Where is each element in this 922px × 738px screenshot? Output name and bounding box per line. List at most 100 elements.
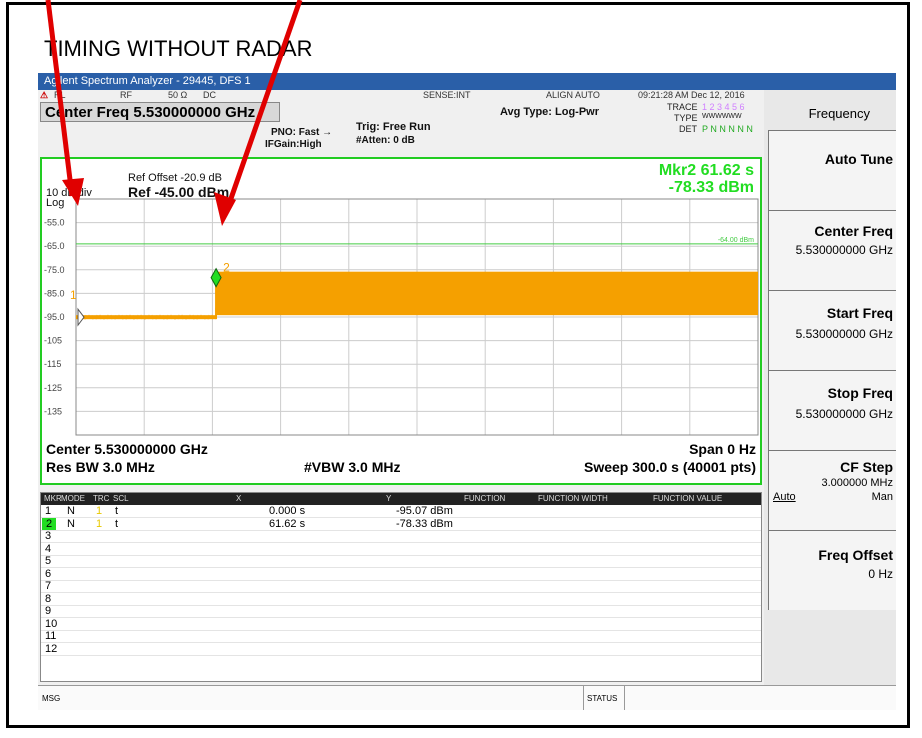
display-line-label: -64.00 dBm bbox=[718, 237, 754, 244]
y-tick-label: -105 bbox=[44, 336, 62, 346]
type-value: WWWWWW bbox=[702, 113, 742, 120]
marker-number: 7 bbox=[45, 580, 52, 592]
vbw-label: #VBW 3.0 MHz bbox=[304, 459, 401, 475]
col-function-value: FUNCTION VALUE bbox=[653, 494, 723, 503]
marker-1 bbox=[77, 307, 85, 327]
center-label: Center 5.530000000 GHz bbox=[46, 441, 208, 457]
align-label: ALIGN AUTO bbox=[546, 90, 600, 100]
marker-number: 2 bbox=[42, 517, 57, 530]
marker-number: 4 bbox=[45, 542, 52, 555]
marker-number: 8 bbox=[45, 592, 52, 605]
y-tick-label: -85.0 bbox=[44, 288, 65, 298]
col-mode: MODE bbox=[61, 494, 85, 503]
table-row[interactable]: 3 bbox=[41, 530, 761, 543]
marker-1-label: 1 bbox=[70, 288, 77, 302]
det-value: P N N N N N bbox=[702, 124, 753, 134]
status-label: STATUS bbox=[587, 694, 618, 703]
table-row[interactable]: 5 bbox=[41, 555, 761, 568]
y-tick-label: -55.0 bbox=[44, 218, 65, 228]
table-row[interactable]: 4 bbox=[41, 543, 761, 556]
cf-step-button[interactable]: CF Step 3.000000 MHz Auto Man bbox=[768, 450, 896, 530]
atten-label: #Atten: 0 dB bbox=[356, 135, 415, 146]
stop-freq-button[interactable]: Stop Freq 5.530000000 GHz bbox=[768, 370, 896, 450]
col-function: FUNCTION bbox=[464, 494, 506, 503]
spectrum-plot: Ref Offset -20.9 dB Ref -45.00 dBm 10 dB… bbox=[40, 157, 762, 485]
rl-label: RL bbox=[54, 90, 66, 100]
status-row: ⚠ RL RF 50 Ω DC SENSE:INT ALIGN AUTO 09:… bbox=[38, 90, 762, 101]
rl-indicator: ⚠ bbox=[40, 90, 49, 100]
y-tick-label: -135 bbox=[44, 406, 62, 416]
coupling-label: DC bbox=[203, 90, 216, 100]
impedance-label: 50 Ω bbox=[168, 90, 188, 100]
marker-y: -78.33 dBm bbox=[396, 517, 453, 530]
col-trc: TRC bbox=[93, 494, 110, 503]
col-y: Y bbox=[386, 494, 392, 503]
window-title: Agilent Spectrum Analyzer - 29445, DFS 1 bbox=[38, 73, 896, 90]
det-label: DET bbox=[679, 124, 697, 134]
center-freq-button[interactable]: Center Freq 5.530000000 GHz bbox=[768, 210, 896, 290]
marker-mode: N bbox=[67, 517, 75, 530]
cf-step-auto[interactable]: Auto bbox=[773, 491, 796, 503]
marker-number: 5 bbox=[45, 555, 52, 567]
message-bar: MSG STATUS bbox=[38, 685, 896, 710]
marker-x: 61.62 s bbox=[269, 517, 306, 530]
annotation-title: TIMING WITHOUT RADAR bbox=[44, 36, 313, 61]
trace-label: TRACE bbox=[667, 102, 698, 112]
marker-table: MKR MODE TRC SCL X Y FUNCTION FUNCTION W… bbox=[40, 492, 762, 682]
marker-number: 1 bbox=[45, 505, 52, 517]
col-mkr: MKR bbox=[44, 494, 62, 503]
table-row[interactable]: 12 bbox=[41, 643, 761, 656]
marker-number: 3 bbox=[45, 530, 52, 542]
cf-step-man[interactable]: Man bbox=[872, 491, 893, 503]
softkey-panel: Frequency Auto Tune Center Freq 5.530000… bbox=[764, 90, 896, 692]
col-function-width: FUNCTION WIDTH bbox=[538, 494, 608, 503]
marker-number: 12 bbox=[45, 642, 58, 655]
table-row[interactable]: 10 bbox=[41, 618, 761, 631]
analyzer-window: Agilent Spectrum Analyzer - 29445, DFS 1… bbox=[38, 73, 896, 710]
freq-offset-button[interactable]: Freq Offset 0 Hz bbox=[768, 530, 896, 610]
arrow-icon: → bbox=[322, 127, 333, 138]
y-tick-label: -115 bbox=[44, 359, 61, 369]
sense-label: SENSE:INT bbox=[423, 90, 471, 100]
softkey-menu-title: Frequency bbox=[768, 90, 896, 130]
y-tick-label: -125 bbox=[44, 383, 62, 393]
trace-high-band bbox=[216, 271, 759, 316]
col-x: X bbox=[236, 494, 242, 503]
marker-number: 11 bbox=[45, 630, 57, 642]
marker-number: 6 bbox=[45, 567, 52, 580]
table-row[interactable]: 6 bbox=[41, 568, 761, 581]
trace-chart: -55.0 -65.0 -75.0 -85.0 -95.0 -105 -115 -125 -13… bbox=[44, 198, 759, 436]
ifgain-label: IFGain:High bbox=[265, 139, 322, 150]
table-row[interactable]: 1 N 1 t 0.000 s -95.07 dBm bbox=[41, 505, 761, 518]
table-row[interactable]: 9 bbox=[41, 605, 761, 618]
trace-numbers: 1 2 3 4 5 6 bbox=[702, 102, 745, 112]
table-row[interactable]: 2 N 1 t 61.62 s -78.33 dBm bbox=[41, 517, 761, 531]
marker-y: -95.07 dBm bbox=[396, 505, 453, 517]
table-row[interactable]: 7 bbox=[41, 580, 761, 593]
marker-x: 0.000 s bbox=[269, 505, 306, 517]
marker-number: 9 bbox=[45, 605, 52, 617]
marker-scale: t bbox=[115, 505, 119, 517]
timestamp: 09:21:28 AM Dec 12, 2016 bbox=[638, 90, 745, 100]
y-tick-label: -65.0 bbox=[44, 241, 65, 251]
span-label: Span 0 Hz bbox=[689, 441, 756, 457]
y-tick-label: -75.0 bbox=[44, 265, 65, 275]
sweep-label: Sweep 300.0 s (40001 pts) bbox=[584, 459, 756, 475]
marker-number: 10 bbox=[45, 617, 58, 630]
table-row[interactable]: 8 bbox=[41, 593, 761, 606]
auto-tune-button[interactable]: Auto Tune bbox=[768, 130, 896, 210]
marker-scale: t bbox=[115, 517, 119, 530]
y-tick-label: -95.0 bbox=[44, 312, 65, 322]
center-freq-display[interactable]: Center Freq 5.530000000 GHz bbox=[40, 102, 280, 122]
marker-mode: N bbox=[67, 505, 75, 517]
marker-trace: 1 bbox=[96, 505, 103, 517]
table-row[interactable]: 11 bbox=[41, 630, 761, 643]
marker-2-label: 2 bbox=[223, 261, 230, 275]
res-bw-label: Res BW 3.0 MHz bbox=[46, 459, 155, 475]
pno-label: PNO: Fast → bbox=[271, 127, 333, 138]
start-freq-button[interactable]: Start Freq 5.530000000 GHz bbox=[768, 290, 896, 370]
avg-type: Avg Type: Log-Pwr bbox=[500, 106, 599, 118]
msg-label: MSG bbox=[42, 694, 61, 703]
marker-trace: 1 bbox=[96, 517, 103, 530]
type-label: TYPE bbox=[674, 113, 698, 123]
